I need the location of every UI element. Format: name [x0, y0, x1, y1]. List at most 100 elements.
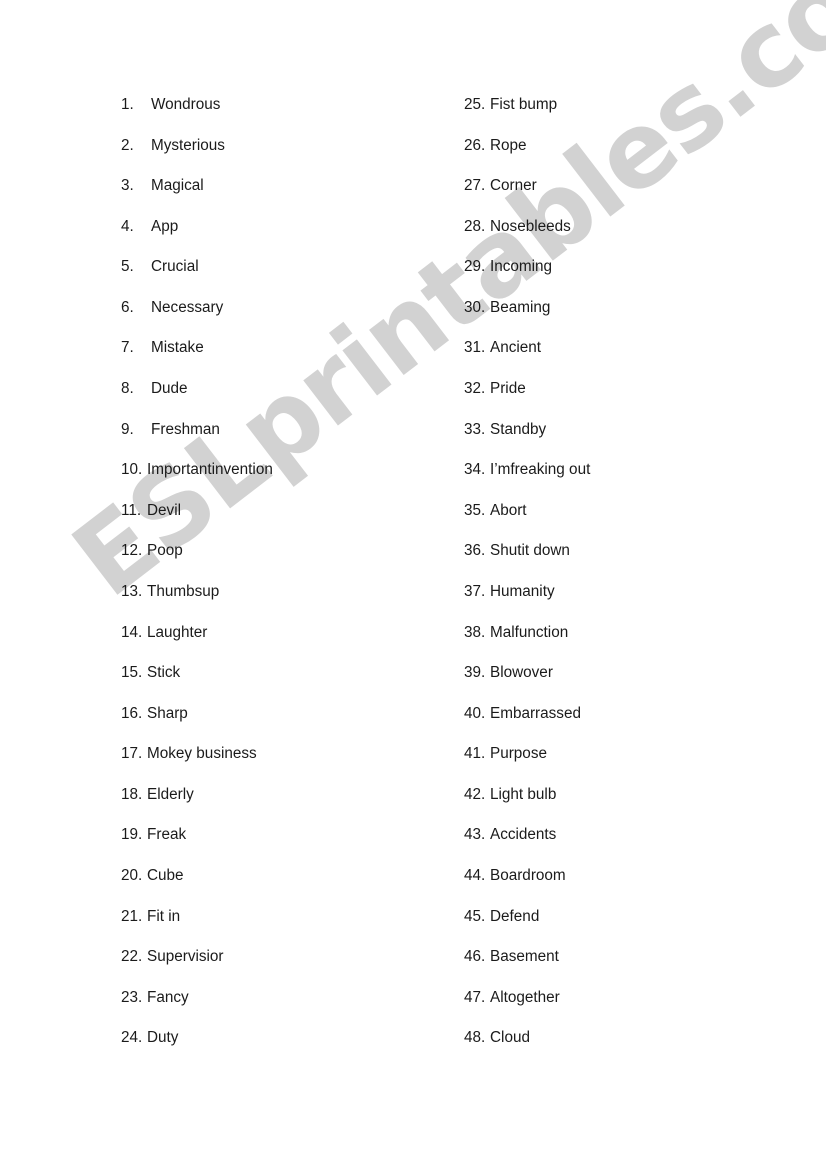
vocabulary-item-label: Humanity: [490, 582, 555, 600]
vocabulary-item: 22. Supervisior: [121, 948, 273, 989]
vocabulary-item: 17. Mokey business: [121, 745, 273, 786]
vocabulary-item-number: 17.: [121, 745, 143, 763]
vocabulary-item-number: 32.: [464, 380, 486, 398]
vocabulary-column-left: 1. Wondrous 2. Mysterious 3. Magical 4. App 5. Cr…: [121, 96, 273, 1070]
vocabulary-item-number: 15.: [121, 664, 143, 682]
vocabulary-item-label: Defend: [490, 907, 540, 925]
vocabulary-item: 40. Embarrassed: [464, 705, 590, 746]
vocabulary-item-number: 34.: [464, 461, 486, 479]
vocabulary-item-label: Cube: [147, 866, 184, 884]
vocabulary-column-right: 25. Fist bump 26. Rope 27. Corner 28. Nosebleed…: [464, 96, 590, 1070]
vocabulary-item-number: 42.: [464, 785, 486, 803]
vocabulary-item: 29. Incoming: [464, 258, 590, 299]
vocabulary-item-label: Importantinvention: [147, 461, 273, 479]
vocabulary-list: 1. Wondrous 2. Mysterious 3. Magical 4. App 5. Cr…: [0, 0, 826, 1169]
vocabulary-item: 3. Magical: [121, 177, 273, 218]
vocabulary-item-number: 36.: [464, 542, 486, 560]
vocabulary-item-label: Malfunction: [490, 623, 569, 641]
vocabulary-item-number: 25.: [464, 96, 486, 113]
vocabulary-item-label: Rope: [490, 136, 527, 154]
vocabulary-item-label: Boardroom: [490, 866, 566, 884]
vocabulary-item-number: 14.: [121, 623, 143, 641]
vocabulary-item: 34. I’mfreaking out: [464, 461, 590, 502]
vocabulary-item: 19. Freak: [121, 826, 273, 867]
vocabulary-item-label: App: [151, 217, 179, 235]
vocabulary-item: 24. Duty: [121, 1029, 273, 1070]
vocabulary-item-number: 27.: [464, 177, 486, 195]
vocabulary-item-label: Crucial: [151, 258, 199, 276]
vocabulary-item-number: 16.: [121, 704, 143, 722]
vocabulary-item: 2. Mysterious: [121, 137, 273, 178]
vocabulary-item-label: Dude: [151, 380, 188, 398]
vocabulary-item-number: 33.: [464, 420, 486, 438]
vocabulary-item: 14. Laughter: [121, 624, 273, 665]
worksheet-page: ESLprintables.com 1. Wondrous 2. Mysterious…: [0, 0, 826, 1169]
vocabulary-item-label: Embarrassed: [490, 704, 581, 722]
vocabulary-item-number: 31.: [464, 339, 486, 357]
vocabulary-item-number: 13.: [121, 582, 143, 600]
vocabulary-item-number: 11.: [121, 501, 142, 519]
vocabulary-item: 36. Shutit down: [464, 542, 590, 583]
vocabulary-item: 6. Necessary: [121, 299, 273, 340]
vocabulary-item-number: 24.: [121, 1029, 143, 1047]
vocabulary-item-label: Mistake: [151, 339, 204, 357]
vocabulary-item: 35. Abort: [464, 502, 590, 543]
vocabulary-item-label: Accidents: [490, 826, 557, 844]
vocabulary-item: 32. Pride: [464, 380, 590, 421]
vocabulary-item-label: Blowover: [490, 664, 553, 682]
vocabulary-item: 48. Cloud: [464, 1029, 590, 1070]
vocabulary-item: 25. Fist bump: [464, 96, 590, 137]
vocabulary-item: 21. Fit in: [121, 908, 273, 949]
vocabulary-item-label: Cloud: [490, 1029, 530, 1047]
vocabulary-item-number: 28.: [464, 217, 486, 235]
vocabulary-item-label: Freshman: [151, 420, 220, 438]
vocabulary-item: 41. Purpose: [464, 745, 590, 786]
vocabulary-item: 7. Mistake: [121, 339, 273, 380]
vocabulary-item-label: Light bulb: [490, 785, 557, 803]
vocabulary-item: 11. Devil: [121, 502, 273, 543]
vocabulary-item-number: 39.: [464, 664, 486, 682]
vocabulary-item-number: 4.: [121, 217, 134, 235]
vocabulary-item: 15. Stick: [121, 664, 273, 705]
vocabulary-item-number: 9.: [121, 420, 134, 438]
vocabulary-item: 13. Thumbsup: [121, 583, 273, 624]
vocabulary-item-label: Ancient: [490, 339, 542, 357]
vocabulary-item-number: 29.: [464, 258, 486, 276]
vocabulary-item-label: Necessary: [151, 298, 224, 316]
vocabulary-item-label: Beaming: [490, 298, 551, 316]
vocabulary-item: 28. Nosebleeds: [464, 218, 590, 259]
vocabulary-item: 26. Rope: [464, 137, 590, 178]
vocabulary-item: 42. Light bulb: [464, 786, 590, 827]
vocabulary-item-number: 18.: [121, 785, 143, 803]
vocabulary-item-label: Magical: [151, 177, 204, 195]
vocabulary-item: 1. Wondrous: [121, 96, 273, 137]
vocabulary-item: 47. Altogether: [464, 989, 590, 1030]
vocabulary-item-number: 30.: [464, 298, 486, 316]
vocabulary-item-label: Sharp: [147, 704, 188, 722]
vocabulary-item-label: Corner: [490, 177, 537, 195]
vocabulary-item: 4. App: [121, 218, 273, 259]
vocabulary-item-label: Mokey business: [147, 745, 257, 763]
vocabulary-item-label: Duty: [147, 1029, 179, 1047]
vocabulary-item-number: 37.: [464, 582, 486, 600]
vocabulary-item-number: 2.: [121, 136, 134, 154]
vocabulary-item: 20. Cube: [121, 867, 273, 908]
vocabulary-item-label: Poop: [147, 542, 183, 560]
vocabulary-item: 44. Boardroom: [464, 867, 590, 908]
vocabulary-item-number: 26.: [464, 136, 486, 154]
vocabulary-item-label: Elderly: [147, 785, 194, 803]
vocabulary-item: 38. Malfunction: [464, 624, 590, 665]
vocabulary-item-number: 10.: [121, 461, 143, 479]
vocabulary-item-label: Stick: [147, 664, 181, 682]
vocabulary-item-label: Devil: [147, 501, 181, 519]
vocabulary-item-number: 38.: [464, 623, 486, 641]
vocabulary-item-label: Laughter: [147, 623, 208, 641]
vocabulary-item: 5. Crucial: [121, 258, 273, 299]
vocabulary-item-number: 23.: [121, 988, 143, 1006]
vocabulary-item-label: Fist bump: [490, 96, 558, 113]
vocabulary-item: 16. Sharp: [121, 705, 273, 746]
vocabulary-item-label: Nosebleeds: [490, 217, 571, 235]
vocabulary-item-number: 7.: [121, 339, 134, 357]
vocabulary-item: 12. Poop: [121, 542, 273, 583]
vocabulary-item-number: 22.: [121, 948, 143, 966]
